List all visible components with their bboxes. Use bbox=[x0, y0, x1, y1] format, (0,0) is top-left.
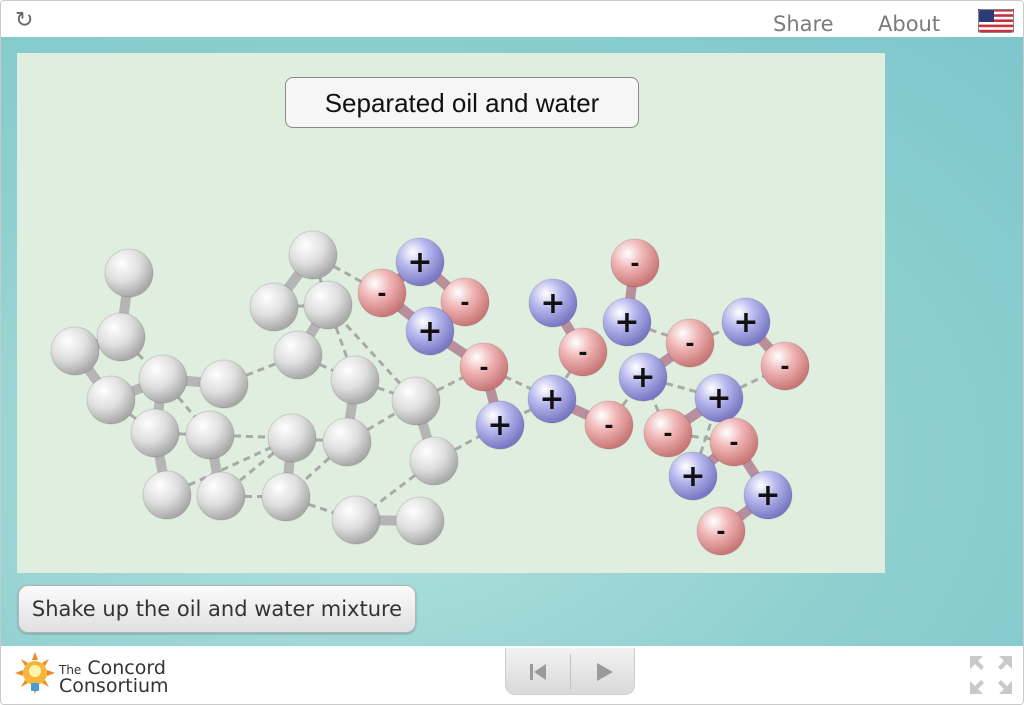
oil-atom[interactable] bbox=[331, 495, 381, 545]
playback-controls bbox=[505, 648, 635, 695]
oil-atom[interactable] bbox=[391, 376, 441, 426]
negative-atom[interactable]: - bbox=[558, 327, 608, 377]
positive-charge-label: + bbox=[539, 382, 564, 417]
positive-atom[interactable]: + bbox=[743, 470, 793, 520]
fullscreen-icon[interactable] bbox=[968, 654, 1014, 696]
positive-charge-label: + bbox=[540, 286, 565, 321]
negative-charge-label: - bbox=[604, 414, 613, 439]
oil-atom[interactable] bbox=[267, 413, 317, 463]
oil-atom[interactable] bbox=[185, 410, 235, 460]
positive-atom[interactable]: + bbox=[475, 400, 525, 450]
oil-atom[interactable] bbox=[86, 375, 136, 425]
negative-charge-label: - bbox=[377, 282, 386, 307]
negative-charge-label: - bbox=[685, 332, 694, 357]
positive-atom[interactable]: + bbox=[395, 237, 445, 287]
shake-button[interactable]: Shake up the oil and water mixture bbox=[18, 585, 416, 633]
logo-consortium: Consortium bbox=[59, 675, 169, 697]
positive-charge-label: + bbox=[614, 305, 639, 340]
positive-atom[interactable]: + bbox=[528, 278, 578, 328]
molecule-canvas: +- -+-++-+--++-+-+- -++- bbox=[50, 230, 810, 556]
model-title: Separated oil and water bbox=[285, 77, 639, 128]
oil-atom[interactable] bbox=[130, 408, 180, 458]
positive-atom[interactable]: + bbox=[668, 451, 718, 501]
positive-charge-label: + bbox=[755, 478, 780, 513]
oil-atom[interactable] bbox=[142, 470, 192, 520]
oil-atom[interactable] bbox=[96, 312, 146, 362]
negative-atom[interactable]: - bbox=[357, 268, 407, 318]
positive-atom[interactable]: + bbox=[602, 297, 652, 347]
reload-icon[interactable]: ↻ bbox=[15, 10, 37, 32]
oil-atom[interactable] bbox=[249, 282, 299, 332]
negative-charge-label: - bbox=[729, 431, 738, 456]
negative-charge-label: - bbox=[780, 355, 789, 380]
negative-charge-label: - bbox=[663, 422, 672, 447]
oil-atom[interactable] bbox=[196, 471, 246, 521]
negative-charge-label: - bbox=[630, 252, 639, 277]
oil-atom[interactable] bbox=[322, 417, 372, 467]
oil-atom[interactable] bbox=[261, 472, 311, 522]
oil-atom[interactable] bbox=[303, 280, 353, 330]
positive-charge-label: + bbox=[487, 408, 512, 443]
positive-atom[interactable]: + bbox=[694, 373, 744, 423]
oil-atom[interactable] bbox=[330, 355, 380, 405]
reset-button[interactable] bbox=[506, 648, 570, 694]
molecule-model[interactable]: + - - + - + + - + - - + + - + - + - - + + - Separated oil and… bbox=[17, 53, 885, 573]
share-link[interactable]: Share bbox=[773, 12, 834, 36]
positive-charge-label: + bbox=[733, 305, 758, 340]
negative-atom[interactable]: - bbox=[665, 318, 715, 368]
negative-atom[interactable]: - bbox=[696, 506, 746, 556]
positive-atom[interactable]: + bbox=[618, 352, 668, 402]
negative-atom[interactable]: - bbox=[610, 238, 660, 288]
app-frame: ↻ Share About + - - + - + + - + - - + + … bbox=[0, 0, 1024, 705]
negative-atom[interactable]: - bbox=[760, 341, 810, 391]
play-icon bbox=[597, 663, 613, 681]
positive-atom[interactable]: + bbox=[405, 306, 455, 356]
negative-charge-label: - bbox=[716, 520, 725, 545]
top-bar: ↻ Share About bbox=[1, 1, 1023, 37]
oil-atom[interactable] bbox=[409, 436, 459, 486]
positive-charge-label: + bbox=[630, 360, 655, 395]
simulation-stage: + - - + - + + - + - - + + - + - + - - + + - Separated oil and… bbox=[1, 37, 1023, 646]
oil-atom[interactable] bbox=[288, 230, 338, 280]
negative-charge-label: - bbox=[479, 356, 488, 381]
oil-atom[interactable] bbox=[138, 354, 188, 404]
us-flag-icon[interactable] bbox=[978, 9, 1014, 33]
positive-atom[interactable]: + bbox=[721, 297, 771, 347]
negative-atom[interactable]: - bbox=[584, 400, 634, 450]
positive-charge-label: + bbox=[417, 314, 442, 349]
negative-atom[interactable]: - bbox=[459, 342, 509, 392]
oil-atom[interactable] bbox=[104, 248, 154, 298]
negative-atom[interactable]: - bbox=[709, 417, 759, 467]
oil-atom[interactable] bbox=[199, 359, 249, 409]
concord-logo[interactable]: The Concord Consortium bbox=[13, 650, 183, 700]
negative-charge-label: - bbox=[578, 341, 587, 366]
oil-atom[interactable] bbox=[273, 330, 323, 380]
positive-charge-label: + bbox=[706, 381, 731, 416]
positive-charge-label: + bbox=[407, 245, 432, 280]
negative-charge-label: - bbox=[460, 291, 469, 316]
positive-atom[interactable]: + bbox=[527, 374, 577, 424]
about-link[interactable]: About bbox=[878, 12, 940, 36]
positive-charge-label: + bbox=[680, 459, 705, 494]
oil-atom[interactable] bbox=[395, 496, 445, 546]
skip-back-icon bbox=[530, 664, 546, 680]
negative-atom[interactable]: - bbox=[643, 408, 693, 458]
play-button[interactable] bbox=[571, 648, 635, 694]
oil-atom[interactable] bbox=[50, 326, 100, 376]
bottom-bar: The Concord Consortium bbox=[1, 646, 1023, 704]
concord-lightbulb-icon bbox=[15, 652, 55, 694]
